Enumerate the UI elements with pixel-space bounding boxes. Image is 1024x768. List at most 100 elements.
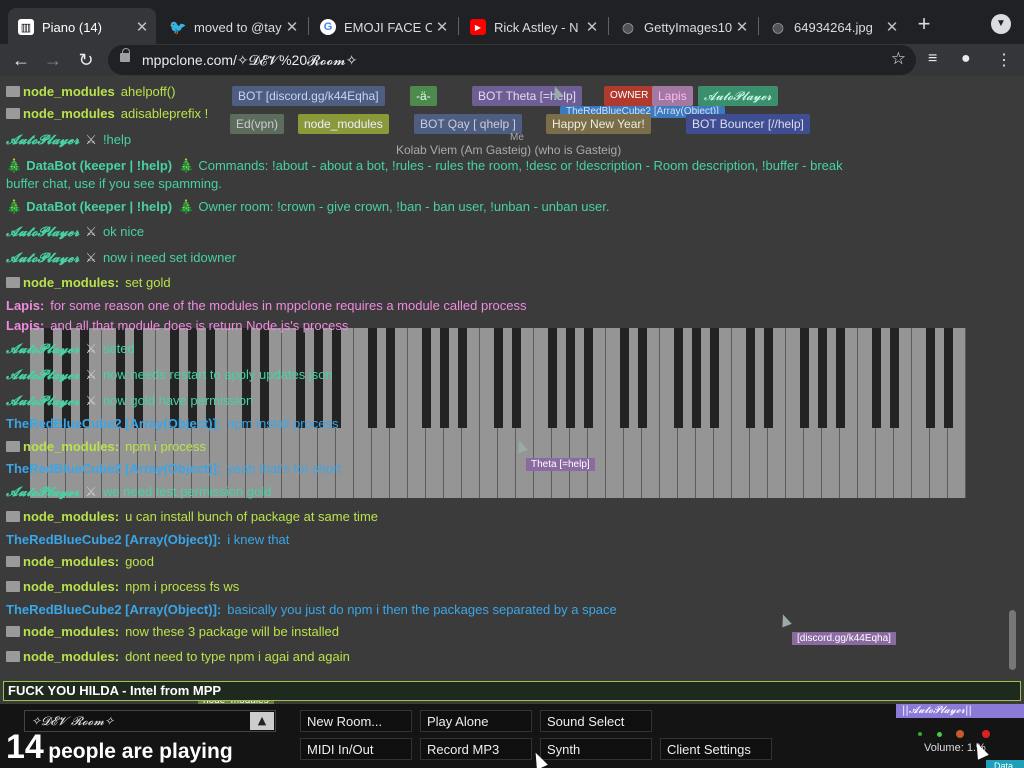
chat-username[interactable]: TheRedBlueCube2 [Array(Object)]: bbox=[6, 416, 221, 431]
piano-black-key[interactable] bbox=[817, 328, 827, 428]
piano-black-key[interactable] bbox=[493, 328, 503, 428]
self-badge[interactable]: Me bbox=[504, 132, 530, 144]
folder-icon bbox=[6, 441, 20, 452]
chat-username[interactable]: 𝓐𝓾𝓽𝓸𝓟𝓵𝓪𝔂𝓮𝓻 bbox=[6, 485, 79, 500]
chat-input[interactable]: FUCK YOU HILDA - Intel from MPP bbox=[3, 681, 1021, 701]
piano-black-key[interactable] bbox=[619, 328, 629, 428]
piano-black-key[interactable] bbox=[673, 328, 683, 428]
chat-username[interactable]: 𝓐𝓾𝓽𝓸𝓟𝓵𝓪𝔂𝓮𝓻 bbox=[6, 133, 79, 148]
chat-username[interactable]: Lapis: bbox=[6, 318, 44, 333]
piano-black-key[interactable] bbox=[457, 328, 467, 428]
piano-black-key[interactable] bbox=[835, 328, 845, 428]
close-icon[interactable]: ✕ bbox=[582, 18, 602, 36]
piano-black-key[interactable] bbox=[511, 328, 521, 428]
chat-username[interactable]: node_modules bbox=[23, 84, 115, 99]
piano-black-key[interactable] bbox=[763, 328, 773, 428]
piano-black-key[interactable] bbox=[547, 328, 557, 428]
tab-search-icon[interactable]: ▼ bbox=[991, 14, 1011, 34]
chat-username[interactable]: 𝓐𝓾𝓽𝓸𝓟𝓵𝓪𝔂𝓮𝓻 bbox=[6, 394, 79, 409]
piano-black-key[interactable] bbox=[439, 328, 449, 428]
piano-black-key[interactable] bbox=[709, 328, 719, 428]
user-badge[interactable]: Ed(vpn) bbox=[230, 114, 285, 134]
expand-arrow-icon[interactable]: ▲ bbox=[250, 712, 274, 730]
user-badge[interactable]: Happy New Year! bbox=[546, 114, 651, 134]
chat-username[interactable]: Lapis: bbox=[6, 298, 44, 313]
chat-text: and all that module does is return Node.… bbox=[50, 318, 349, 333]
new-room-button[interactable]: New Room... bbox=[300, 710, 412, 732]
volume-label: Volume: bbox=[924, 742, 964, 754]
chat-text: npm i process bbox=[125, 439, 206, 454]
user-badge[interactable]: BOT Qay [ qhelp ] bbox=[414, 114, 522, 134]
piano-black-key[interactable] bbox=[745, 328, 755, 428]
chat-username[interactable]: node_modules: bbox=[23, 624, 119, 639]
tab-piano[interactable]: ▥ Piano (14) ✕ bbox=[8, 8, 156, 46]
user-badge[interactable]: BOT Theta [=help] bbox=[472, 86, 582, 106]
piano-black-key[interactable] bbox=[385, 328, 395, 428]
chat-username[interactable]: node_modules bbox=[23, 106, 115, 121]
chat-username[interactable]: 𝓐𝓾𝓽𝓸𝓟𝓵𝓪𝔂𝓮𝓻 bbox=[6, 225, 79, 240]
chat-username[interactable]: 𝓐𝓾𝓽𝓸𝓟𝓵𝓪𝔂𝓮𝓻 bbox=[6, 342, 79, 357]
piano-black-key[interactable] bbox=[925, 328, 935, 428]
piano-black-key[interactable] bbox=[889, 328, 899, 428]
scrollbar-thumb[interactable] bbox=[1009, 610, 1016, 670]
close-icon[interactable]: ✕ bbox=[132, 18, 152, 36]
profile-icon[interactable]: ● bbox=[961, 50, 971, 68]
reload-icon[interactable]: ↻ bbox=[74, 48, 98, 72]
chat-username[interactable]: node_modules: bbox=[23, 509, 119, 524]
chat-username[interactable]: 𝓐𝓾𝓽𝓸𝓟𝓵𝓪𝔂𝓮𝓻 bbox=[6, 368, 79, 383]
user-badge[interactable]: Lapis bbox=[652, 86, 693, 106]
piano-black-key[interactable] bbox=[331, 328, 341, 428]
menu-icon[interactable]: ⋮ bbox=[996, 50, 1012, 70]
chat-username[interactable]: node_modules: bbox=[23, 579, 119, 594]
close-icon[interactable]: ✕ bbox=[732, 18, 752, 36]
bookmark-star-icon[interactable]: ☆ bbox=[891, 49, 906, 69]
chat-username[interactable]: node_modules: bbox=[23, 275, 119, 290]
user-badge[interactable]: node_modules bbox=[298, 114, 389, 134]
close-icon[interactable]: ✕ bbox=[432, 18, 452, 36]
piano-black-key[interactable] bbox=[799, 328, 809, 428]
chat-username[interactable]: DataBot (keeper | !help) bbox=[26, 158, 172, 173]
close-icon[interactable]: ✕ bbox=[882, 18, 902, 36]
piano-black-key[interactable] bbox=[691, 328, 701, 428]
play-alone-button[interactable]: Play Alone bbox=[420, 710, 532, 732]
back-icon[interactable]: ← bbox=[9, 48, 33, 72]
bottom-bar: ✧𝓓𝓔𝓥 𝓡𝓸𝓸𝓶✧ ▲ 14 people are playing New R… bbox=[0, 704, 1024, 768]
media-control-icon[interactable]: ≡ bbox=[928, 50, 937, 68]
chat-username[interactable]: node_modules: bbox=[23, 554, 119, 569]
chat-username[interactable]: DataBot (keeper | !help) bbox=[26, 199, 172, 214]
chat-username[interactable]: node_modules: bbox=[23, 649, 119, 664]
chat-username[interactable]: node_modules: bbox=[23, 439, 119, 454]
tab-jpg[interactable]: ◍ 64934264.jpg ✕ bbox=[760, 8, 906, 46]
piano-black-key[interactable] bbox=[583, 328, 593, 428]
chat-scrollbar[interactable] bbox=[1008, 80, 1018, 676]
piano-black-key[interactable] bbox=[565, 328, 575, 428]
piano-black-key[interactable] bbox=[871, 328, 881, 428]
chat-username[interactable]: 𝓐𝓾𝓽𝓸𝓟𝓵𝓪𝔂𝓮𝓻 bbox=[6, 251, 79, 266]
tab-emoji[interactable]: G EMOJI FACE C ✕ bbox=[310, 8, 456, 46]
user-badge[interactable]: BOT Bouncer [//help] bbox=[686, 114, 810, 134]
chat-message: TheRedBlueCube2 [Array(Object)]: i knew t… bbox=[6, 532, 289, 547]
synth-button[interactable]: Synth bbox=[540, 738, 652, 760]
record-mp3-button[interactable]: Record MP3 bbox=[420, 738, 532, 760]
user-badge[interactable]: -ä- bbox=[410, 86, 437, 106]
tab-getty[interactable]: ◍ GettyImages10 ✕ bbox=[610, 8, 756, 46]
piano-black-key[interactable] bbox=[637, 328, 647, 428]
address-bar[interactable]: mppclone.com/✧𝓓𝓔𝓥%20𝓡𝓸𝓸𝓶✧ ☆ bbox=[108, 45, 916, 75]
sound-select-button[interactable]: Sound Select bbox=[540, 710, 652, 732]
piano-black-key[interactable] bbox=[943, 328, 953, 428]
midi-button[interactable]: MIDI In/Out bbox=[300, 738, 412, 760]
new-tab-button[interactable]: + bbox=[912, 13, 936, 37]
chat-username[interactable]: TheRedBlueCube2 [Array(Object)]: bbox=[6, 602, 221, 617]
forward-icon[interactable]: → bbox=[41, 48, 65, 72]
chat-text: npm install process bbox=[227, 416, 339, 431]
tab-youtube[interactable]: ▶ Rick Astley - N ✕ bbox=[460, 8, 606, 46]
chat-username[interactable]: TheRedBlueCube2 [Array(Object)]: bbox=[6, 532, 221, 547]
tab-twitter[interactable]: 🐦 moved to @tay ✕ bbox=[160, 8, 306, 46]
user-badge[interactable]: 𝓐𝓾𝓽𝓸𝓟𝓵𝓪𝔂𝓮𝓻 bbox=[698, 86, 778, 106]
piano-black-key[interactable] bbox=[421, 328, 431, 428]
chat-username[interactable]: TheRedBlueCube2 [Array(Object)]: bbox=[6, 461, 221, 476]
client-settings-button[interactable]: Client Settings bbox=[660, 738, 772, 760]
close-icon[interactable]: ✕ bbox=[282, 18, 302, 36]
piano-black-key[interactable] bbox=[367, 328, 377, 428]
user-badge[interactable]: BOT [discord.gg/k44Eqha] bbox=[232, 86, 385, 106]
